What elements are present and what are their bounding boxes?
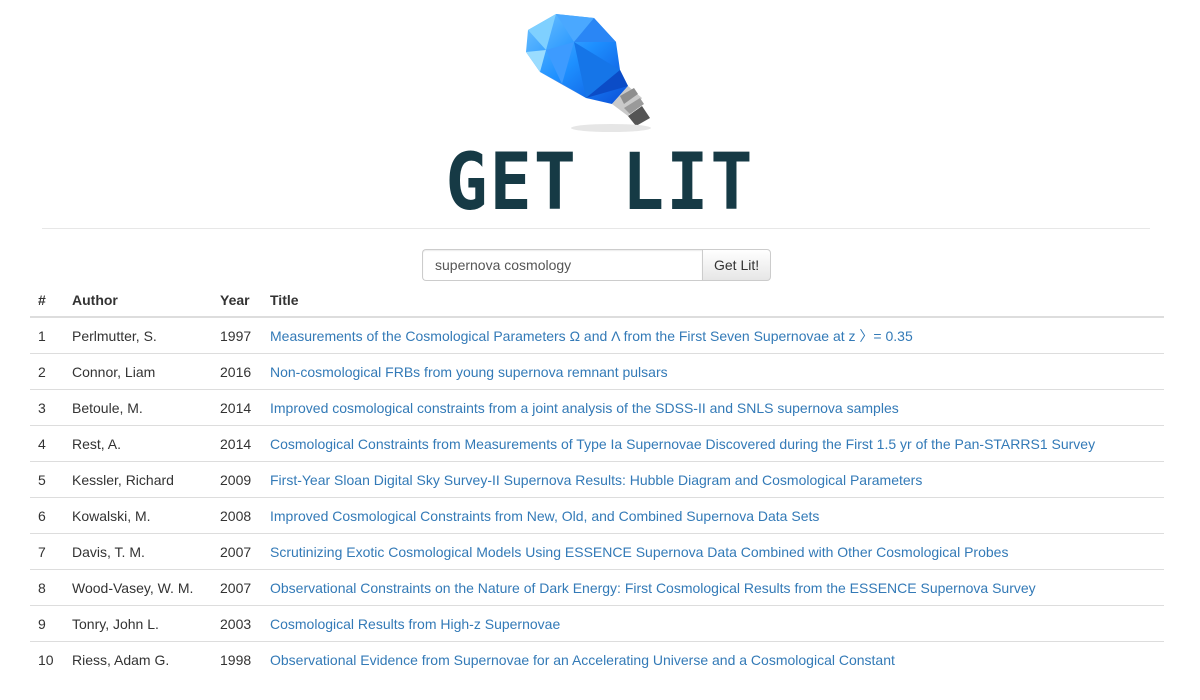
table-row: 4 Rest, A. 2014 Cosmological Constraints…	[30, 425, 1164, 462]
row-num: 7	[30, 533, 64, 570]
table-header-row: # Author Year Title	[30, 283, 1164, 318]
table-row: 8 Wood-Vasey, W. M. 2007 Observational C…	[30, 569, 1164, 606]
paper-title-link[interactable]: Observational Constraints on the Nature …	[270, 580, 1036, 596]
search-input[interactable]	[422, 249, 702, 281]
paper-title-link[interactable]: Observational Evidence from Supernovae f…	[270, 652, 895, 668]
get-lit-button[interactable]: Get Lit!	[702, 249, 772, 281]
row-year: 1997	[220, 327, 252, 344]
row-num: 8	[30, 569, 64, 606]
paper-title-link[interactable]: Scrutinizing Exotic Cosmological Models …	[270, 544, 1008, 560]
paper-title-link[interactable]: Improved cosmological constraints from a…	[270, 400, 899, 416]
row-num: 5	[30, 461, 64, 498]
row-author: Rest, A.	[64, 425, 212, 462]
row-year: 2016	[212, 353, 262, 390]
row-num: 1	[38, 327, 46, 344]
row-num: 10	[30, 641, 64, 677]
paper-title-link[interactable]: Non-cosmological FRBs from young superno…	[270, 364, 668, 380]
table-row: 3 Betoule, M. 2014 Improved cosmological…	[30, 389, 1164, 426]
paper-title-link[interactable]: Measurements of the Cosmological Paramet…	[270, 328, 913, 344]
row-author: Kowalski, M.	[64, 497, 212, 534]
row-num: 3	[30, 389, 64, 426]
row-author: Perlmutter, S.	[72, 327, 157, 344]
row-author: Connor, Liam	[64, 353, 212, 390]
row-num: 6	[30, 497, 64, 534]
table-row: 1 Perlmutter, S. 1997 Measurements of th…	[30, 317, 1164, 354]
row-year: 2007	[212, 533, 262, 570]
row-num: 4	[30, 425, 64, 462]
row-year: 2014	[212, 389, 262, 426]
row-year: 2003	[212, 605, 262, 642]
table-row: 10 Riess, Adam G. 1998 Observational Evi…	[30, 641, 1164, 677]
header-num: #	[30, 283, 64, 318]
logo: GET LIT	[0, 0, 1200, 230]
lightbulb-icon	[526, 14, 651, 132]
row-author: Betoule, M.	[64, 389, 212, 426]
row-author: Kessler, Richard	[64, 461, 212, 498]
header-year: Year	[212, 283, 262, 318]
row-year: 1998	[212, 641, 262, 677]
search-bar: Get Lit!	[422, 249, 772, 281]
paper-title-link[interactable]: Improved Cosmological Constraints from N…	[270, 508, 819, 524]
header-divider	[42, 228, 1150, 229]
paper-title-link[interactable]: First-Year Sloan Digital Sky Survey-II S…	[270, 472, 922, 488]
table-row: 7 Davis, T. M. 2007 Scrutinizing Exotic …	[30, 533, 1164, 570]
table-row: 5 Kessler, Richard 2009 First-Year Sloan…	[30, 461, 1164, 498]
results-table: # Author Year Title 1 Perlmutter, S. 199…	[30, 283, 1164, 677]
header-author: Author	[64, 283, 212, 318]
logo-text: GET LIT	[445, 136, 755, 228]
row-num: 9	[30, 605, 64, 642]
row-num: 2	[30, 353, 64, 390]
row-author: Tonry, John L.	[64, 605, 212, 642]
row-year: 2014	[212, 425, 262, 462]
paper-title-link[interactable]: Cosmological Results from High-z Superno…	[270, 616, 560, 632]
row-author: Davis, T. M.	[64, 533, 212, 570]
row-author: Riess, Adam G.	[64, 641, 212, 677]
header-title: Title	[262, 283, 1164, 318]
row-year: 2008	[212, 497, 262, 534]
row-author: Wood-Vasey, W. M.	[64, 569, 212, 606]
table-row: 2 Connor, Liam 2016 Non-cosmological FRB…	[30, 353, 1164, 390]
table-row: 6 Kowalski, M. 2008 Improved Cosmologica…	[30, 497, 1164, 534]
row-year: 2007	[212, 569, 262, 606]
row-year: 2009	[212, 461, 262, 498]
paper-title-link[interactable]: Cosmological Constraints from Measuremen…	[270, 436, 1095, 452]
table-row: 9 Tonry, John L. 2003 Cosmological Resul…	[30, 605, 1164, 642]
